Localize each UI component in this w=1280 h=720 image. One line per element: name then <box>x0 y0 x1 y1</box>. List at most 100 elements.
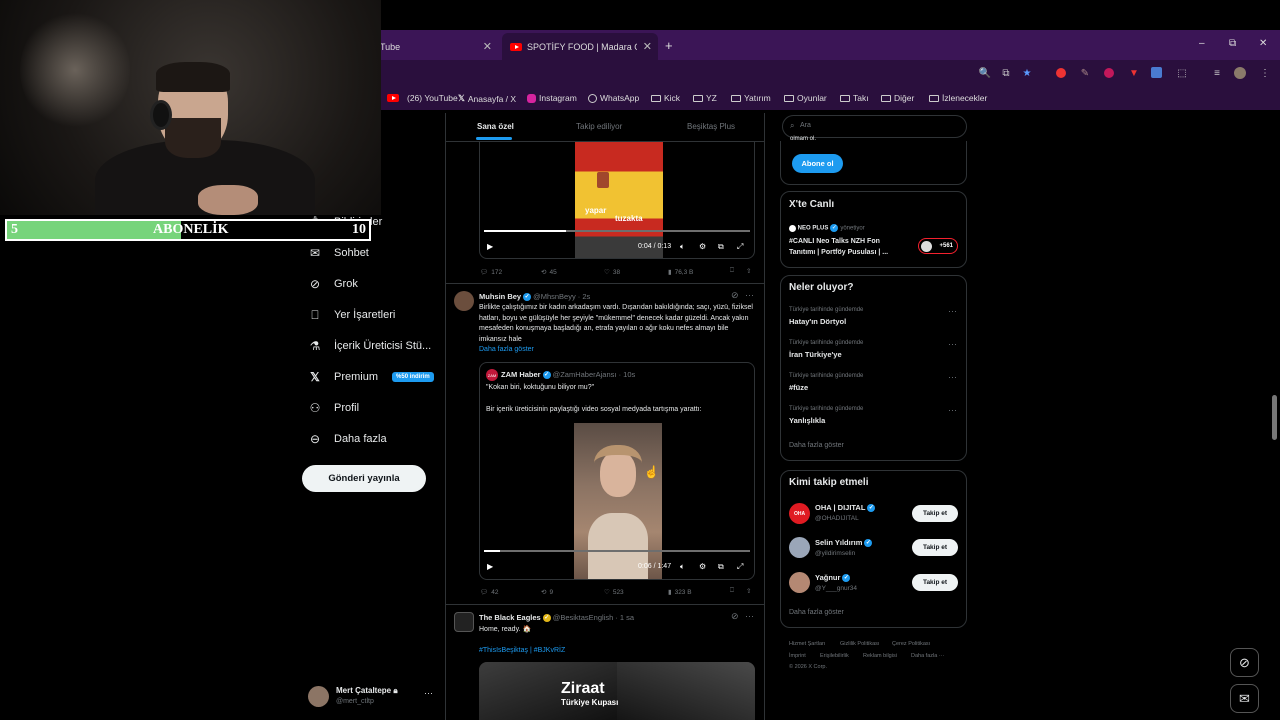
who-to-follow-show-more[interactable]: Daha fazla göster <box>789 609 844 616</box>
close-window-button[interactable]: ✕ <box>1259 38 1267 49</box>
footer-link[interactable]: Gizlilik Politikası <box>840 641 879 647</box>
reply-button[interactable]: 💬︎ 172 <box>480 268 502 277</box>
trend-more-icon[interactable]: ··· <box>948 339 957 349</box>
author-avatar[interactable] <box>454 612 474 632</box>
profile-avatar[interactable] <box>1234 67 1246 79</box>
bookmark-button[interactable]: ⎕ <box>730 267 734 275</box>
author-avatar[interactable] <box>454 291 474 311</box>
settings-icon[interactable]: ⚙ <box>699 562 706 571</box>
pip-icon[interactable]: ⧉ <box>718 242 724 252</box>
live-text[interactable]: Tanıtımı | Portföy Pusulası | ... <box>789 249 888 256</box>
grok-icon[interactable]: ⊘ <box>731 611 739 622</box>
bookmark-button[interactable]: ⎕ <box>730 587 734 595</box>
video-player[interactable]: yapar tuzakta <box>479 141 755 259</box>
bookmark-item[interactable]: WhatsApp <box>588 93 639 103</box>
reply-button[interactable]: 💬︎ 42 <box>480 588 499 597</box>
messages-float-button[interactable]: ✉ <box>1230 684 1259 713</box>
tab-besiktas-plus[interactable]: Beşiktaş Plus <box>687 122 735 131</box>
new-tab-button[interactable]: + <box>665 38 673 53</box>
feather-icon[interactable]: ✎ <box>1079 67 1091 79</box>
trend-more-icon[interactable]: ··· <box>948 306 957 316</box>
nav-item-grok[interactable]: ⊘ Grok <box>308 277 358 291</box>
video-player[interactable] <box>480 423 754 579</box>
views-button[interactable]: ▮ 323 B <box>668 588 692 597</box>
extension-icon[interactable] <box>1104 68 1114 78</box>
grok-icon[interactable]: ⊘ <box>731 290 739 301</box>
subscribe-button[interactable]: Abone ol <box>792 154 843 173</box>
play-icon[interactable]: ▶ <box>487 242 493 251</box>
play-icon[interactable]: ▶ <box>487 562 493 571</box>
user-avatar[interactable] <box>308 686 329 707</box>
footer-link[interactable]: İmprint <box>789 653 806 659</box>
bookmark-folder[interactable]: İzlenecekler <box>929 93 987 103</box>
suggestion-avatar[interactable]: OHA <box>789 503 810 524</box>
suggestion-avatar[interactable] <box>789 537 810 558</box>
scrollbar-thumb[interactable] <box>1272 395 1277 440</box>
like-button[interactable]: ♡ 38 <box>604 268 620 277</box>
bookmark-folder[interactable]: Diğer <box>881 93 914 103</box>
trend-topic[interactable]: #füze <box>789 383 808 392</box>
extension-icon[interactable]: ▼ <box>1128 67 1140 79</box>
trend-topic[interactable]: Hatay'ın Dörtyol <box>789 317 846 326</box>
settings-icon[interactable]: ⚙ <box>699 242 706 251</box>
trend-topic[interactable]: İran Türkiye'ye <box>789 350 842 359</box>
video-progress-track[interactable] <box>484 550 750 552</box>
hashtag-links[interactable]: #ThisIsBeşiktaş | #BJKvRİZ <box>479 646 565 657</box>
tab-close-icon[interactable]: ✕ <box>483 40 492 53</box>
nav-item-more[interactable]: ⊖ Daha fazla <box>308 432 387 446</box>
follow-button[interactable]: Takip et <box>912 539 958 556</box>
pip-icon[interactable]: ⧉ <box>718 562 724 572</box>
zoom-icon[interactable]: 🔍 <box>979 67 991 79</box>
minimize-button[interactable]: – <box>1199 38 1205 49</box>
volume-icon[interactable]: 🔈︎ <box>680 242 685 252</box>
fullscreen-icon[interactable]: ⤢ <box>737 562 743 572</box>
post-button[interactable]: Gönderi yayınla <box>302 465 426 492</box>
live-listeners[interactable]: +561 <box>918 238 958 254</box>
browser-tab-active[interactable]: SPOTİFY FOOD | Madara Oldu! ✕ <box>502 33 658 60</box>
footer-link[interactable]: Hizmet Şartları <box>789 641 825 647</box>
nav-item-creator-studio[interactable]: ⚗ İçerik Üreticisi Stü... <box>308 339 432 353</box>
account-name[interactable]: Mert Çataltepe 🔒︎ <box>336 686 398 696</box>
footer-link[interactable]: Daha fazla ··· <box>911 653 944 659</box>
trend-more-icon[interactable]: ··· <box>948 372 957 382</box>
bookmark-folder[interactable]: YZ <box>693 93 717 103</box>
repost-button[interactable]: ⟲ 45 <box>541 268 557 277</box>
menu-icon[interactable]: ⋮ <box>1259 67 1271 79</box>
bookmark-item[interactable]: (26) YouTube <box>387 93 458 103</box>
maximize-button[interactable]: ⧉ <box>1229 38 1236 49</box>
follow-button[interactable]: Takip et <box>912 505 958 522</box>
bookmark-folder[interactable]: Kick <box>651 93 680 103</box>
share-button[interactable]: ⇧ <box>746 587 751 595</box>
browser-tab[interactable]: Tube ✕ <box>372 33 498 60</box>
fullscreen-icon[interactable]: ⤢ <box>737 242 743 252</box>
bookmark-folder[interactable]: Yatırım <box>731 93 771 103</box>
suggestion-name[interactable]: Selin Yıldırım ✓ <box>815 538 874 548</box>
grok-float-button[interactable]: ⊘ <box>1230 648 1259 677</box>
bookmark-folder[interactable]: Takı <box>840 93 869 103</box>
footer-link[interactable]: Çerez Politikası <box>892 641 930 647</box>
bookmark-item[interactable]: 𝕏 Anasayfa / X <box>458 93 516 104</box>
like-button[interactable]: ♡ 523 <box>604 588 624 597</box>
footer-link[interactable]: Erişilebilirlik <box>820 653 849 659</box>
install-icon[interactable]: ⧉ <box>1000 67 1012 79</box>
tab-following[interactable]: Takip ediliyor <box>576 122 622 131</box>
views-button[interactable]: ▮ 76,3 B <box>668 268 693 277</box>
trend-topic[interactable]: Yanlışlıkla <box>789 416 825 425</box>
footer-link[interactable]: Reklam bilgisi <box>863 653 897 659</box>
star-icon[interactable]: ★ <box>1021 67 1033 79</box>
puzzle-icon[interactable]: ⬚ <box>1176 67 1188 79</box>
repost-button[interactable]: ⟲ 9 <box>541 588 553 597</box>
post-image[interactable]: Ziraat Türkiye Kupası <box>479 662 755 720</box>
account-menu-icon[interactable]: ··· <box>424 688 433 698</box>
follow-button[interactable]: Takip et <box>912 574 958 591</box>
trend-more-icon[interactable]: ··· <box>948 405 957 415</box>
tab-close-icon[interactable]: ✕ <box>643 40 652 53</box>
more-icon[interactable]: ··· <box>745 290 754 300</box>
suggestion-name[interactable]: Yağnur ✓ <box>815 573 852 583</box>
post-author[interactable]: Muhsin Bey ✓ @MhsnBeyy · 2s <box>479 292 590 302</box>
trends-show-more[interactable]: Daha fazla göster <box>789 442 844 449</box>
more-icon[interactable]: ··· <box>745 611 754 621</box>
show-more-link[interactable]: Daha fazla göster <box>479 345 534 356</box>
suggestion-avatar[interactable] <box>789 572 810 593</box>
media-icon[interactable]: ≡ <box>1211 67 1223 79</box>
